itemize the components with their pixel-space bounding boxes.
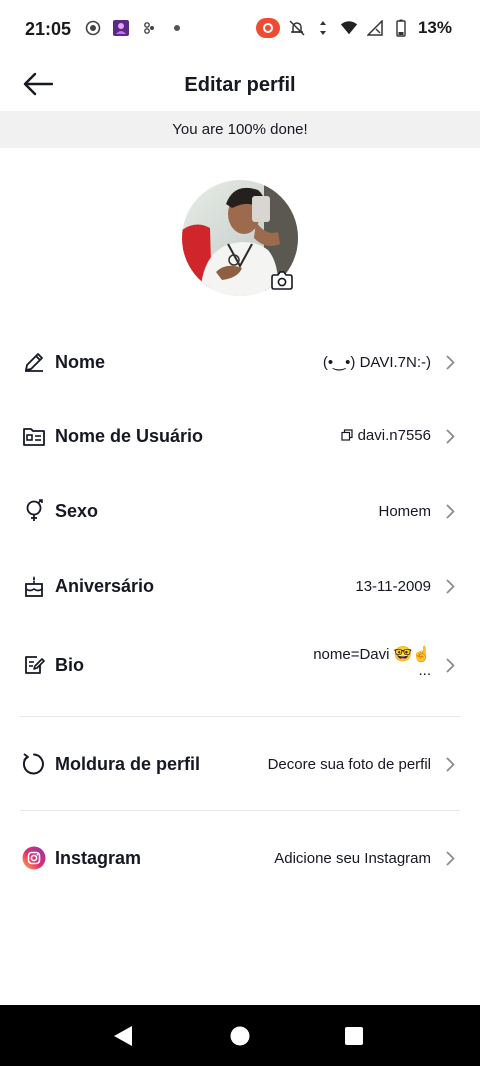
battery-percentage: 13% [417,18,452,37]
instagram-icon [22,846,46,870]
chevron-right-icon [443,756,457,772]
chevron-right-icon [443,657,457,673]
row-birthday-value: 13-11-2009 [355,577,431,595]
pencil-icon [22,350,46,374]
row-name-label: Nome [55,351,106,372]
recents-square-icon[interactable] [341,1023,367,1049]
mute-icon [288,19,306,37]
back-triangle-icon[interactable] [110,1023,136,1049]
row-gender-value: Homem [378,502,431,520]
row-username[interactable]: Nome de Usuário davi.n7556 [0,408,480,464]
row-bio-ellipsis: ... [418,662,431,679]
row-username-value: davi.n7556 [357,427,431,444]
system-nav-bar [0,1005,480,1066]
chevron-right-icon [443,850,457,866]
wifi-icon [340,19,358,37]
screen-record-icon [84,19,102,37]
chevron-right-icon [443,503,457,519]
cake-icon [22,574,46,598]
row-instagram-label: Instagram [55,847,142,868]
chevron-right-icon [443,428,457,444]
row-username-value-wrap: davi.n7556 [340,427,431,445]
row-bio-value-wrap: nome=Davi 🤓☝️ ... [313,645,431,679]
status-icons-left [84,19,186,37]
row-bio[interactable]: Bio nome=Davi 🤓☝️ ... [0,634,480,696]
frame-icon [22,752,46,776]
row-gender[interactable]: Sexo Homem [0,483,480,539]
dot-icon [168,19,186,37]
row-profile-frame-value: Decore sua foto de perfil [267,755,431,773]
data-icon [314,19,332,37]
status-time: 21:05 [25,19,72,39]
page-title: Editar perfil [184,74,296,96]
row-bio-value: nome=Davi 🤓☝️ [313,646,431,663]
camera-icon[interactable] [270,269,294,291]
recording-icon [255,18,280,38]
status-icons-right: 13% [255,18,452,38]
battery-icon [392,19,410,37]
divider [20,810,460,811]
row-profile-frame-label: Moldura de perfil [55,753,201,774]
gender-icon [22,499,46,523]
copy-icon[interactable] [340,428,353,445]
row-instagram[interactable]: Instagram Adicione seu Instagram [0,830,480,886]
header: Editar perfil [0,60,480,110]
accessibility-icon [140,19,158,37]
row-birthday[interactable]: Aniversário 13-11-2009 [0,558,480,614]
progress-banner: You are 100% done! [0,111,480,148]
app-notification-icon [112,19,130,37]
row-name[interactable]: Nome (•‿•) DAVI.7N:-) [0,334,480,390]
divider [20,716,460,717]
chevron-right-icon [443,578,457,594]
profile-photo[interactable] [182,180,298,296]
row-birthday-label: Aniversário [55,575,155,596]
chevron-right-icon [443,354,457,370]
row-gender-label: Sexo [55,500,99,521]
signal-icon [366,19,384,37]
row-instagram-value: Adicione seu Instagram [274,849,431,867]
id-card-icon [22,424,46,448]
row-bio-label: Bio [55,654,84,675]
row-profile-frame[interactable]: Moldura de perfil Decore sua foto de per… [0,736,480,792]
row-username-label: Nome de Usuário [55,425,204,446]
bio-icon [22,653,46,677]
home-circle-icon[interactable] [227,1023,253,1049]
status-bar: 21:05 13% [0,0,480,60]
row-name-value: (•‿•) DAVI.7N:-) [322,354,431,371]
